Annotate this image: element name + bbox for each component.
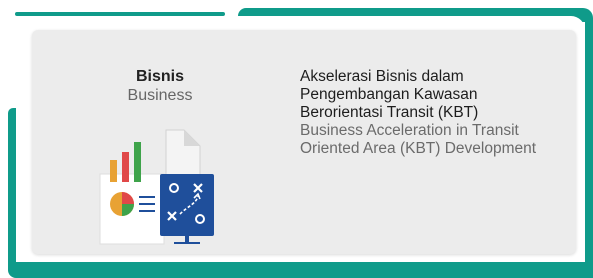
bar-3 xyxy=(134,142,141,182)
frame-left-border xyxy=(8,108,16,270)
strategy-board xyxy=(160,174,214,236)
folded-corner xyxy=(184,130,200,146)
category-label-en: Business xyxy=(127,87,193,104)
category-label: Bisnis xyxy=(135,68,184,85)
bar-1 xyxy=(110,160,117,182)
item-title-id: Akselerasi Bisnis dalam Pengembangan Kaw… xyxy=(300,68,570,122)
board-base xyxy=(174,242,200,244)
business-strategy-icon xyxy=(96,124,224,246)
title-en-line: Business Acceleration in Transit xyxy=(300,122,519,139)
bar-2 xyxy=(122,152,129,182)
doc-line-3 xyxy=(139,210,155,212)
doc-line-1 xyxy=(139,196,155,198)
item-title-block: Akselerasi Bisnis dalam Pengembangan Kaw… xyxy=(300,68,570,158)
title-id-line: Akselerasi Bisnis dalam xyxy=(300,68,464,85)
frame-bottom-border xyxy=(8,262,593,278)
category-block: Bisnis Business xyxy=(92,68,228,106)
frame-right-border xyxy=(585,14,593,278)
title-id-line: Pengembangan Kawasan xyxy=(300,86,478,103)
title-en-line: Oriented Area (KBT) Development xyxy=(300,140,537,157)
title-id-line: Berorientasi Transit (KBT) xyxy=(300,104,479,121)
doc-line-2 xyxy=(139,203,155,205)
item-title-en: Business Acceleration in Transit Oriente… xyxy=(300,122,570,158)
